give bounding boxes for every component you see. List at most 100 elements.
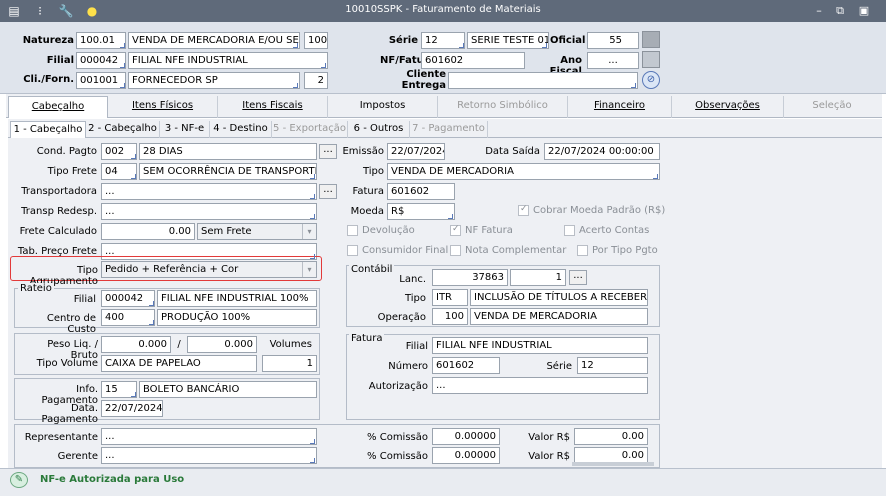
horizontal-scrollbar[interactable]: [572, 462, 654, 466]
tab-selecao[interactable]: Seleção: [784, 96, 880, 118]
subtab-7-pagamento[interactable]: 7 - Pagamento: [410, 121, 488, 138]
cobrar-moeda-checkbox[interactable]: [518, 204, 529, 216]
nf-fatura-field[interactable]: 601602: [421, 52, 525, 69]
contabil-tipo-code-field[interactable]: ITR: [432, 289, 468, 306]
lookup-marker-icon: [310, 439, 315, 444]
centro-custo-desc-field[interactable]: PRODUÇÃO 100%: [157, 309, 317, 326]
tipo-frete-desc-field[interactable]: SEM OCORRÊNCIA DE TRANSPORTE: [139, 163, 317, 180]
nota-complementar-checkbox[interactable]: [450, 245, 461, 256]
acerto-contas-checkbox[interactable]: [564, 225, 575, 236]
representante-label: Representante: [24, 432, 98, 443]
centro-custo-label: Centro de Custo: [46, 313, 96, 335]
cli-desc-field[interactable]: FORNECEDOR SP: [128, 72, 300, 89]
cli-forn-label: Cli./Forn.: [23, 74, 74, 85]
transportadora-field[interactable]: ...: [101, 183, 317, 200]
operacao-code-field[interactable]: 100: [432, 308, 468, 325]
subtab-2-cabecalho[interactable]: 2 - Cabeçalho: [86, 121, 160, 138]
data-pagamento-field[interactable]: 22/07/2024: [101, 400, 163, 417]
rateio-title: Rateio: [18, 283, 54, 294]
lanc-lookup-button[interactable]: ...: [569, 270, 587, 285]
gerente-field[interactable]: ...: [101, 447, 317, 464]
subtab-1-cabecalho[interactable]: 1 - Cabeçalho: [10, 121, 86, 138]
status-text: NF-e Autorizada para Uso: [40, 474, 185, 485]
fatura-field[interactable]: 601602: [387, 183, 455, 200]
tab-itens-fiscais[interactable]: Itens Fiscais: [218, 96, 328, 118]
chevron-down-icon[interactable]: ▾: [302, 262, 316, 277]
frete-calculado-field[interactable]: 0.00: [101, 223, 195, 240]
transportadora-lookup-button[interactable]: ...: [319, 184, 337, 199]
tipo-volume-field[interactable]: CAIXA DE PAPELAO: [101, 355, 257, 372]
cliente-entrega-field[interactable]: [448, 72, 638, 89]
por-tipo-pgto-checkbox[interactable]: [577, 245, 588, 256]
volumes-field[interactable]: 1: [262, 355, 317, 372]
serie-label: Série: [388, 35, 418, 46]
pct-comissao-field-2[interactable]: 0.00000: [432, 447, 500, 464]
serie-desc-field[interactable]: SERIE TESTE 01.1: [467, 32, 549, 49]
cond-pagto-desc-field[interactable]: 28 DIAS: [139, 143, 317, 160]
numero-field[interactable]: 601602: [432, 357, 500, 374]
pct-comissao-field-1[interactable]: 0.00000: [432, 428, 500, 445]
cli-num-field[interactable]: 2: [304, 72, 328, 89]
fatura-filial-field[interactable]: FILIAL NFE INDUSTRIAL: [432, 337, 648, 354]
tipo-field[interactable]: VENDA DE MERCADORIA: [387, 163, 660, 180]
cond-pagto-lookup-button[interactable]: ...: [319, 144, 337, 159]
rateio-filial-code-field[interactable]: 000042: [101, 290, 155, 307]
cli-code-field[interactable]: 001001: [76, 72, 126, 89]
valor-field-1[interactable]: 0.00: [574, 428, 648, 445]
oficial-field[interactable]: 55: [587, 32, 639, 49]
consumidor-final-checkbox[interactable]: [347, 245, 358, 256]
oficial-button[interactable]: [642, 31, 660, 48]
representante-field[interactable]: ...: [101, 428, 317, 445]
contabil-tipo-desc-field[interactable]: INCLUSÃO DE TÍTULOS A RECEBER: [470, 289, 648, 306]
map-icon[interactable]: ⊘: [642, 71, 660, 89]
ano-fiscal-button[interactable]: [642, 51, 660, 68]
restore-icon[interactable]: ⧉: [833, 4, 847, 18]
filial-code-field[interactable]: 000042: [76, 52, 126, 69]
tab-itens-fisicos[interactable]: Itens Físicos: [108, 96, 218, 118]
filial-label: Filial: [46, 55, 74, 66]
emissao-field[interactable]: 22/07/2024: [387, 143, 445, 160]
peso-liq-field[interactable]: 0.000: [101, 336, 171, 353]
close-icon[interactable]: ▣: [857, 4, 871, 18]
lanc-num-field[interactable]: 1: [510, 269, 566, 286]
natureza-code-field[interactable]: 100.01: [76, 32, 126, 49]
frete-calculado-label: Frete Calculado: [19, 226, 97, 237]
fatura-serie-field[interactable]: 12: [577, 357, 648, 374]
chevron-down-icon[interactable]: ▾: [302, 224, 316, 239]
natureza-num-field[interactable]: 100: [304, 32, 328, 49]
tab-financeiro[interactable]: Financeiro: [568, 96, 672, 118]
centro-custo-code-field[interactable]: 400: [101, 309, 155, 326]
transportadora-label: Transportadora: [21, 186, 97, 197]
rateio-filial-desc-field[interactable]: FILIAL NFE INDUSTRIAL 100%: [157, 290, 317, 307]
subtab-4-destino[interactable]: 4 - Destino: [210, 121, 272, 138]
transp-redesp-field[interactable]: ...: [101, 203, 317, 220]
subtab-6-outros[interactable]: 6 - Outros: [348, 121, 410, 138]
operacao-desc-field[interactable]: VENDA DE MERCADORIA: [470, 308, 648, 325]
tipo-agrupamento-select[interactable]: Pedido + Referência + Cor: [101, 261, 317, 278]
lanc-field[interactable]: 37863: [432, 269, 508, 286]
tab-observacoes[interactable]: Observações: [672, 96, 784, 118]
minimize-icon[interactable]: –: [812, 4, 826, 18]
tab-impostos[interactable]: Impostos: [328, 96, 438, 118]
peso-bruto-field[interactable]: 0.000: [187, 336, 257, 353]
subtab-3-nfe[interactable]: 3 - NF-e: [160, 121, 210, 138]
subtab-5-exportacao[interactable]: 5 - Exportação: [272, 121, 348, 138]
lookup-marker-icon: [653, 174, 658, 179]
frete-type-select[interactable]: Sem Frete: [197, 223, 317, 240]
moeda-field[interactable]: R$: [387, 203, 455, 220]
natureza-desc-field[interactable]: VENDA DE MERCADORIA E/OU SERVI: [128, 32, 300, 49]
info-pagamento-desc-field[interactable]: BOLETO BANCÁRIO: [139, 381, 317, 398]
tab-retorno-simbolico[interactable]: Retorno Simbólico: [438, 96, 568, 118]
lookup-marker-icon: [321, 63, 326, 68]
lookup-marker-icon: [120, 83, 125, 88]
lookup-marker-icon: [131, 154, 136, 159]
emissao-label: Emissão: [342, 146, 384, 157]
lanc-label: Lanc.: [399, 274, 426, 285]
devolucao-checkbox[interactable]: [347, 225, 358, 236]
tab-cabecalho[interactable]: Cabeçalho: [8, 96, 108, 118]
data-saida-field[interactable]: 22/07/2024 00:00:00: [544, 143, 660, 160]
autorizacao-field[interactable]: ...: [432, 377, 648, 394]
nf-fatura-checkbox[interactable]: [450, 224, 461, 236]
filial-desc-field[interactable]: FILIAL NFE INDUSTRIAL: [128, 52, 328, 69]
ano-fiscal-field[interactable]: ...: [587, 52, 639, 69]
